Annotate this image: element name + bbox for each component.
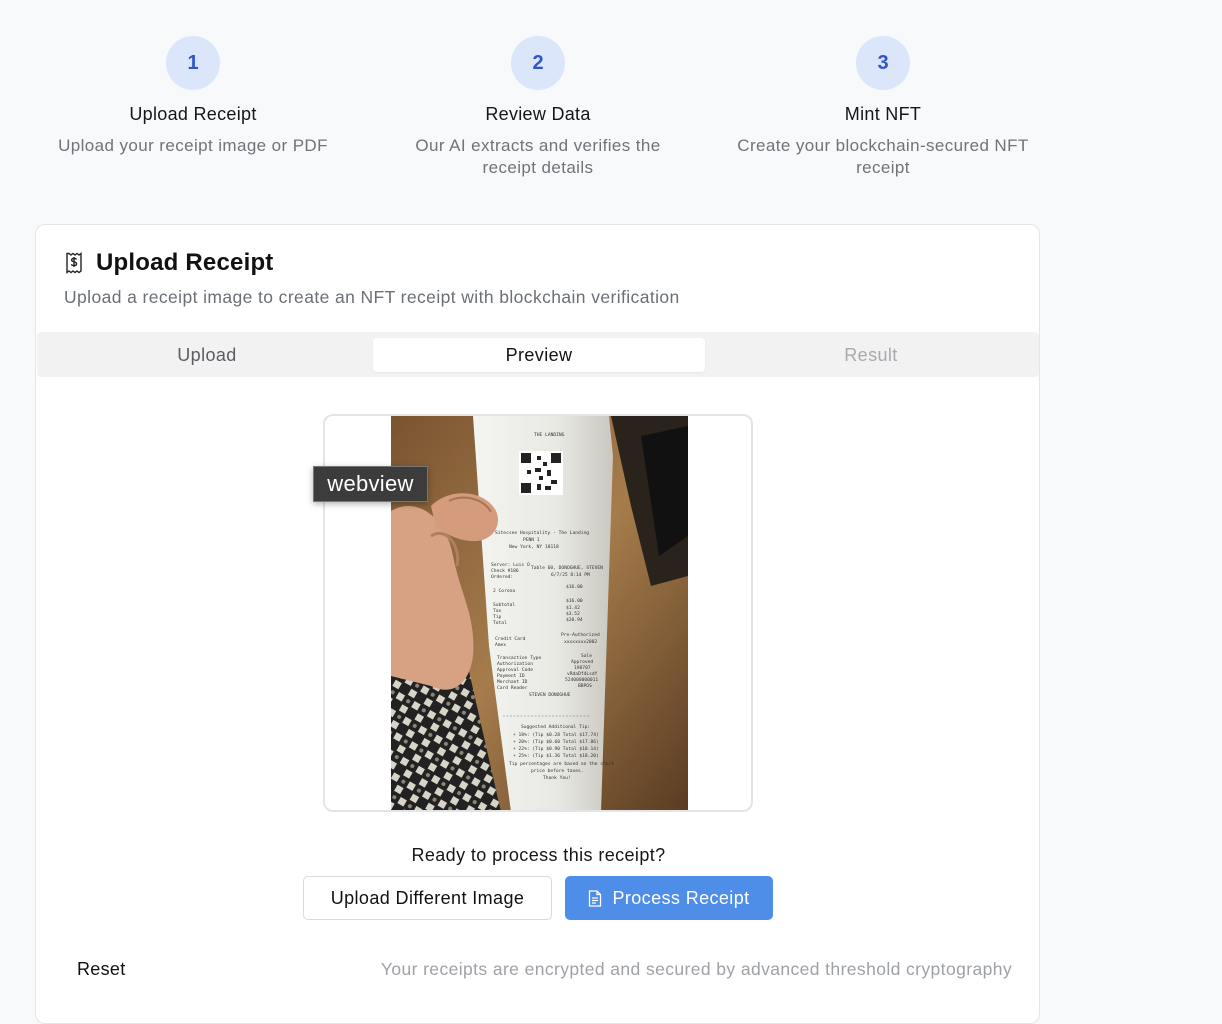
step-number: 2 xyxy=(511,36,565,90)
reset-button[interactable]: Reset xyxy=(77,959,126,980)
step-number: 1 xyxy=(166,36,220,90)
receipt-line: New York, NY 10118 xyxy=(509,544,559,550)
card-title: Upload Receipt xyxy=(96,249,274,276)
progress-steps: 1 Upload Receipt Upload your receipt ima… xyxy=(0,36,1075,196)
receipt-line: Approval Code xyxy=(497,667,533,673)
step-upload: 1 Upload Receipt Upload your receipt ima… xyxy=(28,36,358,157)
receipt-line: $1.42 xyxy=(566,605,580,611)
receipt-line: BBPOS xyxy=(578,683,592,689)
receipt-line: + 20%: (Tip $0.60 Total $17.86) xyxy=(513,739,599,745)
receipt-line: Tip percentages are based on the check xyxy=(509,761,614,767)
receipt-line: STEVEN DONOGHUE xyxy=(529,692,571,698)
tab-result[interactable]: Result xyxy=(705,338,1037,372)
upload-different-image-button[interactable]: Upload Different Image xyxy=(303,876,552,920)
receipt-line: Table 60, DONOGHUE, STEVEN xyxy=(531,565,603,571)
step-number: 3 xyxy=(856,36,910,90)
tab-list: Upload Preview Result xyxy=(37,332,1039,377)
receipt-line: Authorization xyxy=(497,661,533,667)
receipt-line: Amex xyxy=(495,642,506,648)
step-title: Review Data xyxy=(485,104,591,124)
receipt-line: + 18%: (Tip $0.28 Total $17.74) xyxy=(513,732,599,738)
step-description: Create your blockchain-secured NFT recei… xyxy=(737,136,1029,177)
receipt-line: Sale xyxy=(581,653,592,659)
receipt-line: Pre-Authorized xyxy=(561,632,600,638)
receipt-line: Payment ID xyxy=(497,673,525,679)
process-receipt-label: Process Receipt xyxy=(612,887,750,908)
step-title: Upload Receipt xyxy=(129,104,257,124)
receipt-line: Server: Luis O xyxy=(491,562,530,568)
receipt-line: Transaction Type xyxy=(497,655,541,661)
receipt-line: Tax xyxy=(493,608,502,614)
receipt-line: Check #186 xyxy=(491,568,519,574)
upload-receipt-card: Upload Receipt Upload a receipt image to… xyxy=(35,224,1040,1024)
step-review: 2 Review Data Our AI extracts and verifi… xyxy=(373,36,703,179)
tab-preview[interactable]: Preview xyxy=(373,338,705,372)
receipt-line: Card Reader xyxy=(497,685,528,691)
receipt-line: Subtotal xyxy=(493,602,515,608)
process-prompt: Ready to process this receipt? xyxy=(411,845,666,865)
receipt-line: Sitecsee Hospitality - The Landing xyxy=(495,530,589,536)
tab-upload[interactable]: Upload xyxy=(41,338,373,372)
process-receipt-button[interactable]: Process Receipt xyxy=(565,876,773,920)
receipt-line: PENN 1 xyxy=(523,537,540,543)
receipt-line: + 25%: (Tip $1.36 Total $18.20) xyxy=(513,753,599,759)
receipt-line: vRdaDf4Lsdf xyxy=(567,671,598,677)
receipt-line: Approved xyxy=(571,659,593,665)
receipt-line: Merchant ID xyxy=(497,679,528,685)
receipt-image: THE LANDING Sitecsee Hospitality - The L… xyxy=(391,416,688,810)
receipt-line: Total xyxy=(493,620,507,626)
receipt-header: THE LANDING xyxy=(534,432,565,438)
step-mint: 3 Mint NFT Create your blockchain-secure… xyxy=(718,36,1048,179)
receipt-line: xxxxxxxx2002 xyxy=(564,639,597,645)
step-title: Mint NFT xyxy=(844,104,922,124)
receipt-line: Thank You! xyxy=(543,775,571,781)
receipt-line: Tip xyxy=(493,614,502,620)
receipt-line: + 22%: (Tip $0.90 Total $18.14) xyxy=(513,746,599,752)
receipt-icon xyxy=(66,252,82,274)
receipt-line: $3.52 xyxy=(566,611,580,617)
receipt-line: $20.94 xyxy=(566,617,583,623)
document-icon xyxy=(589,889,602,907)
receipt-line: price before taxes. xyxy=(531,768,584,774)
receipt-line: $16.00 xyxy=(566,598,583,604)
card-subtitle: Upload a receipt image to create an NFT … xyxy=(64,287,680,307)
receipt-line: Ordered: xyxy=(491,574,513,580)
step-description: Our AI extracts and verifies the receipt… xyxy=(415,136,661,177)
receipt-line: Credit Card xyxy=(495,636,526,642)
receipt-line: $16.00 xyxy=(566,584,583,590)
card-header: Upload Receipt Upload a receipt image to… xyxy=(64,249,680,308)
security-note: Your receipts are encrypted and secured … xyxy=(380,959,1012,979)
receipt-line: 2 Corona xyxy=(493,588,515,594)
receipt-line: 198707 xyxy=(574,665,591,671)
receipt-line: 524000000011 xyxy=(565,677,598,683)
step-description: Upload your receipt image or PDF xyxy=(58,136,328,155)
webview-tooltip: webview xyxy=(313,466,428,502)
receipt-line: 6/7/25 8:14 PM xyxy=(551,572,590,578)
receipt-line: Suggested Additional Tip: xyxy=(521,724,590,730)
